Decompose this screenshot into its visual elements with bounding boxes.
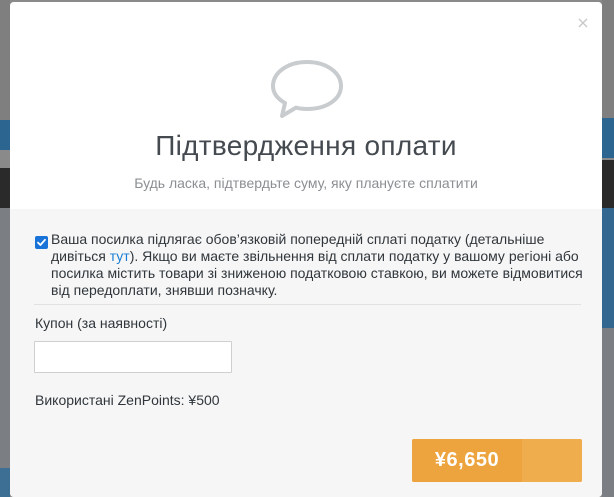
coupon-label: Купон (за наявності) (35, 315, 168, 331)
pay-amount: ¥6,650 (412, 439, 522, 482)
speech-bubble-icon (271, 60, 343, 118)
background-page-banner (602, 118, 614, 158)
tax-prepayment-checkbox[interactable] (35, 236, 48, 249)
checkmark-icon (37, 238, 46, 246)
divider (34, 304, 581, 305)
background-page-banner (0, 120, 10, 150)
pay-button-extension (522, 439, 582, 482)
background-page-sidebar (602, 208, 614, 328)
modal-header: × Підтвердження оплати Будь ласка, підтв… (10, 2, 602, 209)
close-icon: × (576, 13, 590, 32)
modal-subtitle: Будь ласка, підтвердьте суму, яку планує… (134, 175, 478, 191)
tax-text-after: ). Якщо ви маєте звільнення від сплати п… (51, 248, 583, 298)
background-page (602, 0, 614, 118)
coupon-input[interactable] (34, 341, 232, 373)
background-page-content (0, 208, 10, 468)
zenpoints-used: Використані ZenPoints: ¥500 (35, 392, 220, 408)
background-page-nav (0, 168, 10, 208)
tax-prepayment-notice: Ваша посилка підлягає обов’язковій попер… (51, 231, 586, 299)
background-page-nav (602, 160, 614, 208)
modal-body: Ваша посилка підлягає обов’язковій попер… (10, 209, 602, 497)
modal-title: Підтвердження оплати (155, 130, 457, 161)
pay-button[interactable]: ¥6,650 (412, 439, 582, 482)
background-page-content (602, 328, 614, 497)
close-button[interactable]: × (576, 13, 590, 32)
background-page (0, 0, 10, 120)
background-page-footer (0, 468, 10, 497)
payment-confirmation-modal: × Підтвердження оплати Будь ласка, підтв… (10, 2, 602, 497)
tax-details-link[interactable]: тут (110, 248, 130, 264)
